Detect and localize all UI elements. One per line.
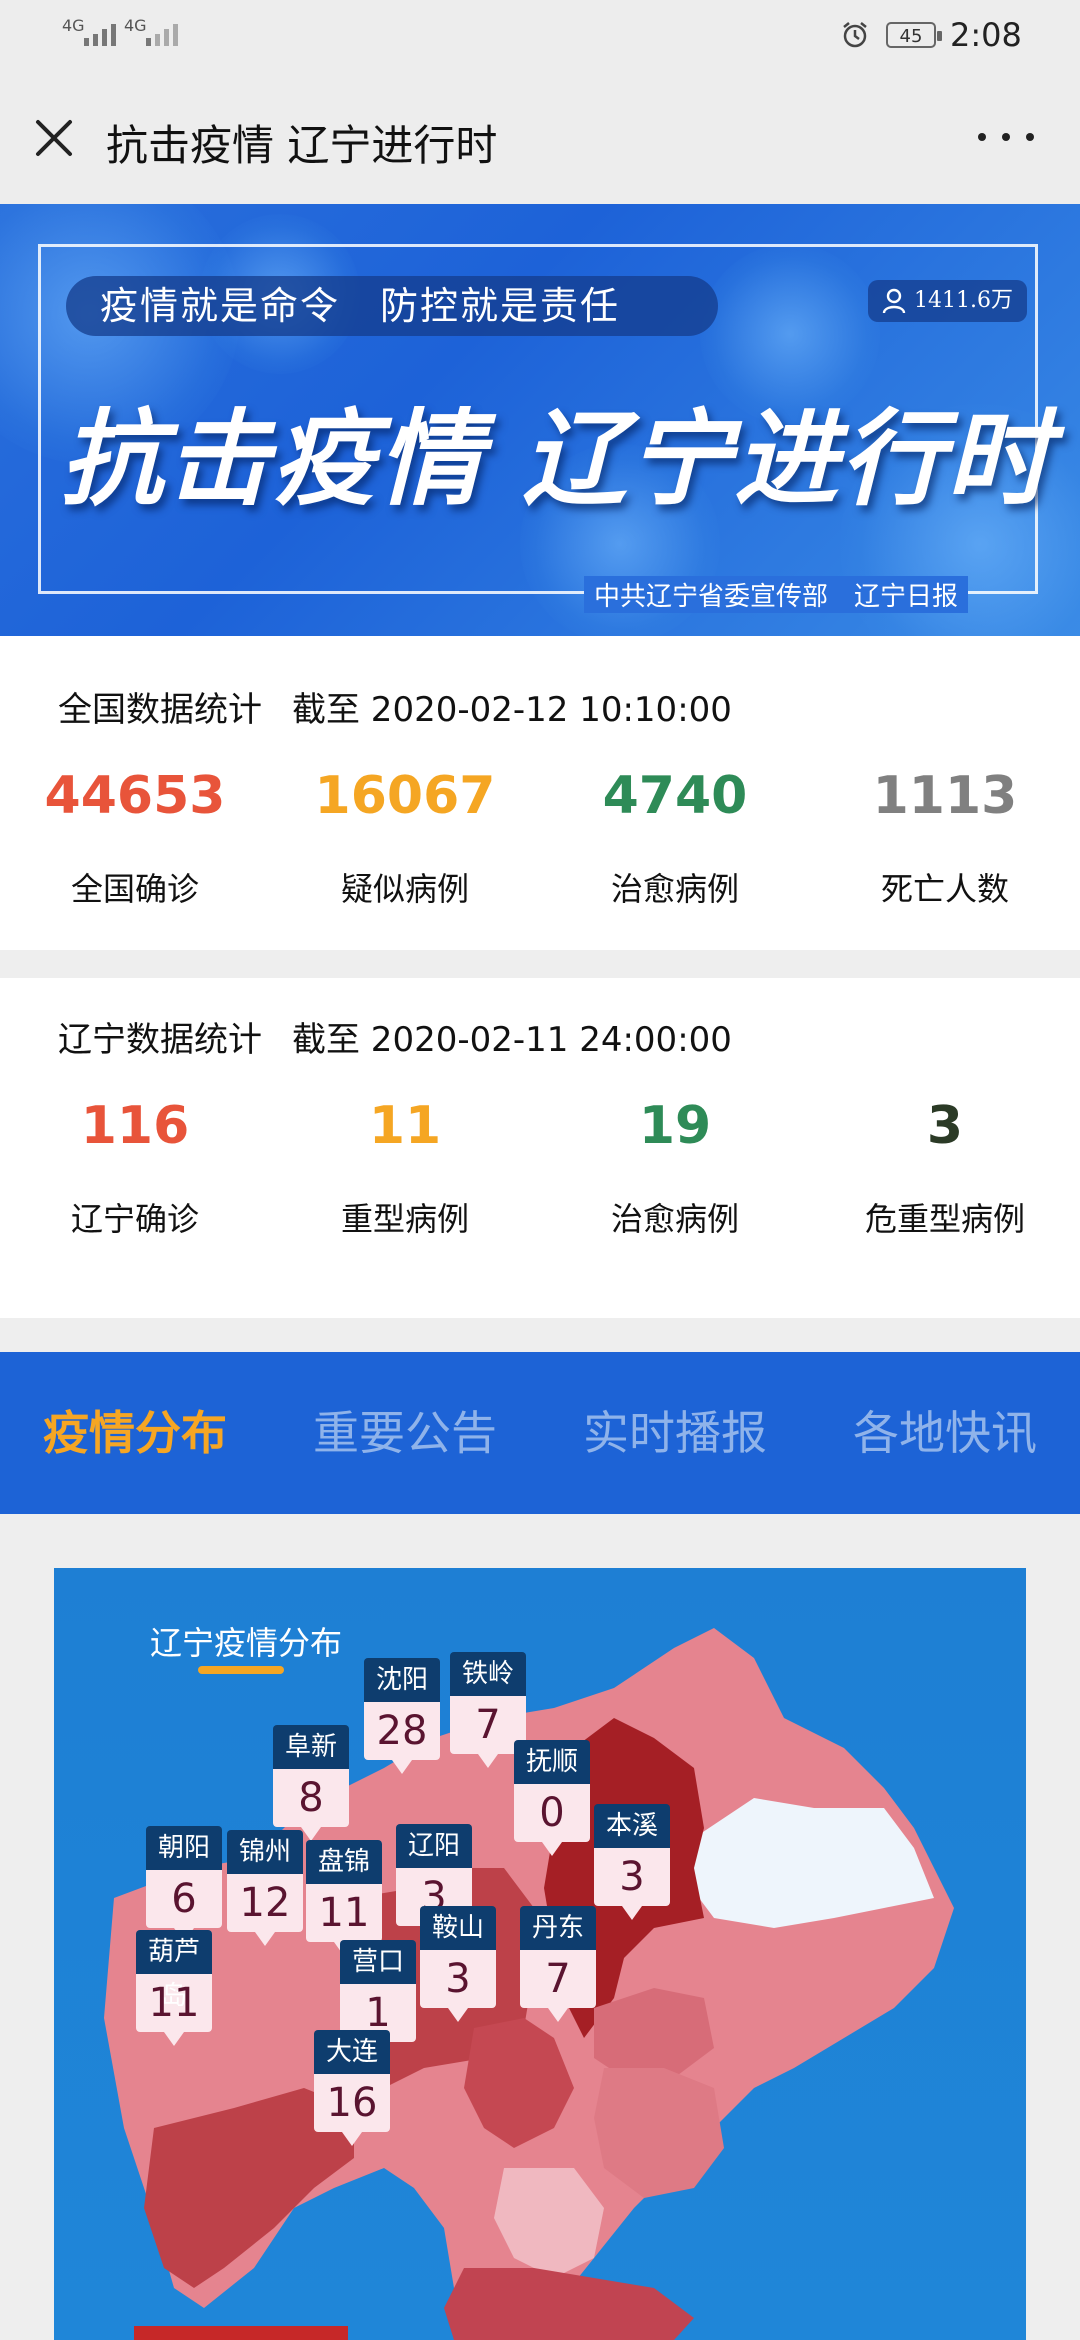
pin-name: 本溪 [594, 1804, 670, 1848]
liaoning-stats-card: 辽宁数据统计 截至 2020-02-11 24:00:00 116 辽宁确诊 11… [0, 978, 1080, 1318]
pin-count: 3 [420, 1950, 496, 2008]
stat-label: 全国确诊 [70, 870, 199, 908]
network-type-2: 4G [124, 16, 147, 35]
pin-count: 0 [514, 1784, 590, 1842]
pin-count: 8 [273, 1769, 349, 1827]
stat-value: 1113 [872, 766, 1018, 826]
tab-live-report[interactable]: 实时播报 [540, 1352, 810, 1514]
stat-national-suspected: 16067 疑似病例 [270, 766, 540, 910]
tab-bar: 疫情分布 重要公告 实时播报 各地快讯 [0, 1352, 1080, 1514]
stat-national-cured: 4740 治愈病例 [540, 766, 810, 910]
stat-label: 辽宁确诊 [70, 1200, 199, 1238]
pin-panjin[interactable]: 盘锦 11 [306, 1840, 382, 1956]
page-title: 抗击疫情 辽宁进行时 [106, 121, 498, 170]
pin-name: 大连 [314, 2030, 390, 2074]
stat-label: 重型病例 [340, 1200, 469, 1238]
pin-name: 葫芦岛 [136, 1930, 212, 2011]
pin-jinzhou[interactable]: 锦州 12 [227, 1830, 303, 1946]
battery-icon: 45 [886, 22, 942, 48]
banner-slogan: 疫情就是命令 防控就是责任 [66, 276, 718, 336]
stat-label: 治愈病例 [610, 1200, 739, 1238]
pin-benxi[interactable]: 本溪 3 [594, 1804, 670, 1920]
nav-bar: 抗击疫情 辽宁进行时 [0, 72, 1080, 204]
pin-count: 16 [314, 2074, 390, 2132]
stat-national-deaths: 1113 死亡人数 [810, 766, 1080, 910]
pin-shenyang[interactable]: 沈阳 28 [364, 1658, 440, 1774]
more-options-icon[interactable] [978, 130, 1034, 144]
stat-value: 116 [80, 1096, 190, 1156]
pin-anshan[interactable]: 鞍山 3 [420, 1906, 496, 2022]
tab-announcements[interactable]: 重要公告 [270, 1352, 540, 1514]
map-title: 辽宁疫情分布 [150, 1624, 343, 1662]
national-stats-header: 全国数据统计 截至 2020-02-12 10:10:00 [58, 682, 732, 731]
stat-value: 19 [638, 1096, 712, 1156]
tab-distribution[interactable]: 疫情分布 [0, 1352, 270, 1514]
stat-liaoning-critical: 3 危重型病例 [810, 1096, 1080, 1240]
alarm-icon [843, 22, 867, 48]
pin-name: 辽阳 [396, 1824, 472, 1868]
pin-name: 铁岭 [450, 1652, 526, 1696]
pin-name: 锦州 [227, 1830, 303, 1874]
stat-label: 治愈病例 [610, 870, 739, 908]
pin-chaoyang[interactable]: 朝阳 6 [146, 1826, 222, 1942]
national-stats-card: 全国数据统计 截至 2020-02-12 10:10:00 44653 全国确诊 … [0, 636, 1080, 950]
national-stats-heading: 全国数据统计 [58, 690, 262, 730]
status-bar: 4G 4G 45 2:08 [0, 0, 1080, 72]
stat-label: 死亡人数 [880, 870, 1009, 908]
banner-title: 抗击疫情 辽宁进行时 [60, 398, 1053, 520]
pin-count: 28 [364, 1702, 440, 1760]
stat-value: 4740 [602, 766, 748, 826]
banner-publisher: 中共辽宁省委宣传部 辽宁日报 [584, 576, 969, 613]
map-title-underline [198, 1666, 284, 1674]
liaoning-stats-header: 辽宁数据统计 截至 2020-02-11 24:00:00 [58, 1012, 732, 1061]
pin-fushun[interactable]: 抚顺 0 [514, 1740, 590, 1856]
map-legend-strip [134, 2326, 348, 2340]
stat-liaoning-confirmed: 116 辽宁确诊 [0, 1096, 270, 1240]
network-type-1: 4G [62, 16, 85, 35]
pin-count: 11 [306, 1884, 382, 1942]
signal-bars-1-icon [84, 24, 116, 46]
pin-count: 6 [146, 1870, 222, 1928]
pin-name: 营口 [340, 1940, 416, 1984]
national-stats-asof: 截至 2020-02-12 10:10:00 [292, 690, 732, 730]
pin-name: 抚顺 [514, 1740, 590, 1784]
clock: 2:08 [950, 16, 1022, 54]
stat-value: 3 [926, 1096, 964, 1156]
stat-national-confirmed: 44653 全国确诊 [0, 766, 270, 910]
view-count: 1411.6万 [914, 288, 1013, 313]
hero-banner: 疫情就是命令 防控就是责任 1411.6万 抗击疫情 辽宁进行时 中共辽宁省委宣… [0, 204, 1080, 636]
signal-bars-2-icon [146, 24, 178, 46]
liaoning-stats-heading: 辽宁数据统计 [58, 1020, 262, 1060]
pin-dandong[interactable]: 丹东 7 [520, 1906, 596, 2022]
stat-liaoning-cured: 19 治愈病例 [540, 1096, 810, 1240]
epidemic-map: 辽宁疫情分布 沈阳 28 铁岭 7 阜新 8 抚顺 0 朝阳 6 锦州 12 盘… [54, 1568, 1026, 2340]
pin-count: 12 [227, 1874, 303, 1932]
close-icon[interactable] [34, 118, 74, 158]
pin-huludao[interactable]: 葫芦岛 11 [136, 1930, 212, 2046]
pin-name: 丹东 [520, 1906, 596, 1950]
pin-fuxin[interactable]: 阜新 8 [273, 1725, 349, 1841]
pin-count: 3 [594, 1848, 670, 1906]
stat-value: 11 [368, 1096, 442, 1156]
stat-label: 危重型病例 [864, 1200, 1025, 1238]
pin-name: 阜新 [273, 1725, 349, 1769]
stat-liaoning-severe: 11 重型病例 [270, 1096, 540, 1240]
tab-local-news[interactable]: 各地快讯 [810, 1352, 1080, 1514]
pin-dalian[interactable]: 大连 16 [314, 2030, 390, 2146]
user-icon [882, 288, 906, 314]
pin-name: 鞍山 [420, 1906, 496, 1950]
stat-value: 44653 [44, 766, 226, 826]
pin-name: 朝阳 [146, 1826, 222, 1870]
view-count-badge: 1411.6万 [868, 280, 1027, 322]
pin-count: 11 [136, 1974, 212, 2032]
pin-name: 盘锦 [306, 1840, 382, 1884]
pin-name: 沈阳 [364, 1658, 440, 1702]
pin-count: 7 [520, 1950, 596, 2008]
stat-label: 疑似病例 [340, 870, 469, 908]
liaoning-stats-asof: 截至 2020-02-11 24:00:00 [292, 1020, 732, 1060]
stat-value: 16067 [314, 766, 496, 826]
